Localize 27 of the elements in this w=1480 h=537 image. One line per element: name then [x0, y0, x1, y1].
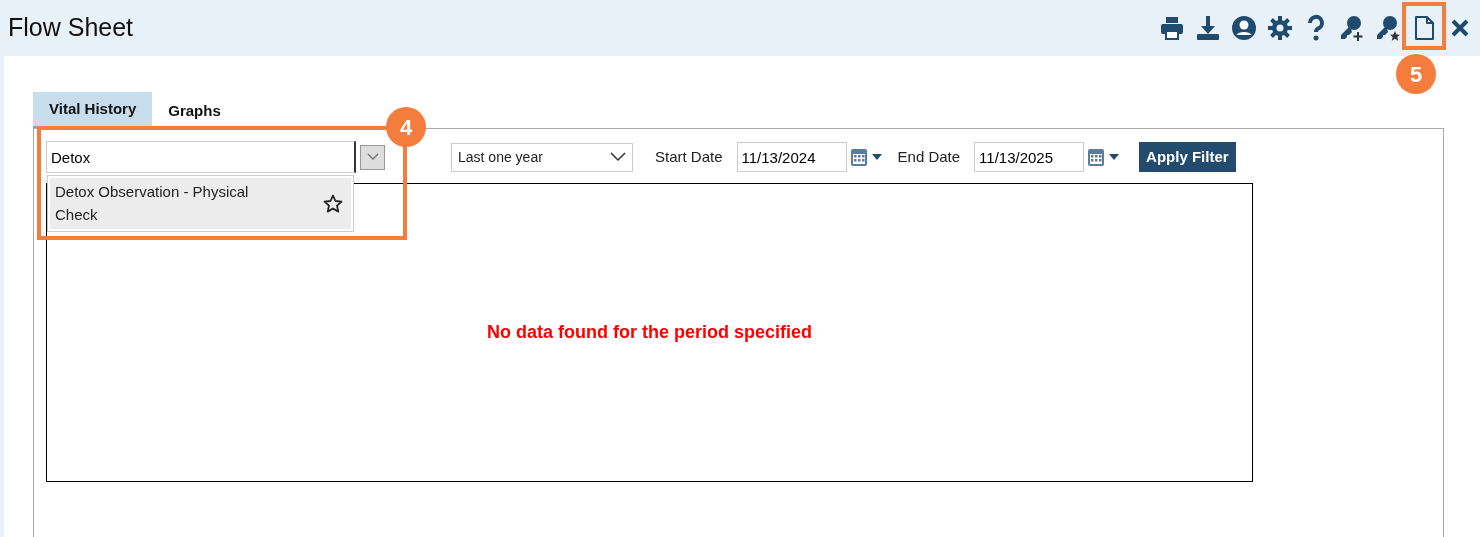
calendar-icon[interactable]	[849, 146, 884, 168]
calendar-icon[interactable]	[1087, 146, 1122, 168]
download-icon[interactable]	[1194, 14, 1222, 42]
tab[interactable]: Graphs	[152, 93, 237, 128]
end-date-label: End Date	[897, 146, 961, 167]
star-icon[interactable]	[323, 193, 343, 214]
key-star-icon[interactable]	[1374, 14, 1402, 42]
start-date-field[interactable]: 11/13/2024	[736, 142, 847, 172]
print-icon[interactable]	[1158, 14, 1186, 42]
callout-number: 4	[386, 107, 426, 147]
suggestion-item[interactable]: Detox Observation - Physical Check	[50, 178, 351, 229]
chevron-down-icon	[366, 153, 379, 161]
key-plus-icon[interactable]	[1338, 14, 1366, 42]
period-select[interactable]: Last one year	[451, 142, 633, 172]
chevron-down-icon	[610, 152, 626, 162]
user-icon[interactable]	[1230, 14, 1258, 42]
search-field[interactable]: Detox	[46, 141, 356, 173]
start-date-label: Start Date	[655, 146, 723, 167]
tab[interactable]: Vital History	[33, 91, 153, 128]
end-date-field[interactable]: 11/13/2025	[974, 142, 1085, 172]
window-title: Flow Sheet	[8, 12, 134, 44]
no-data-message: No data found for the period specified	[487, 321, 812, 344]
settings-icon[interactable]	[1266, 14, 1294, 42]
apply-filter-button[interactable]: Apply Filter	[1139, 141, 1236, 173]
callout-box	[1402, 2, 1446, 50]
period-value: Last one year	[458, 147, 543, 167]
dropdown-button[interactable]	[360, 144, 385, 170]
